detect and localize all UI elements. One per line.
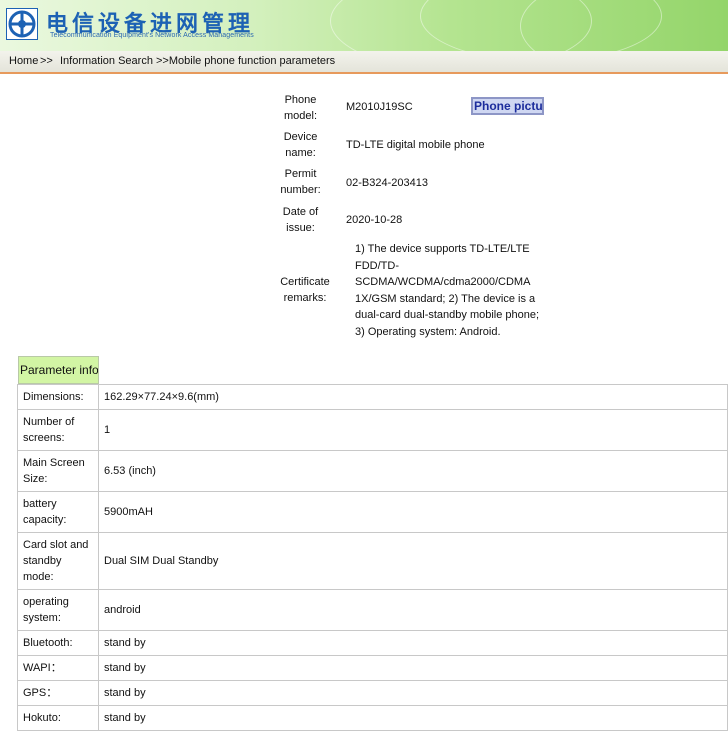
param-value: stand by: [98, 705, 728, 731]
certificate-remarks-value: 1) The device supports TD-LTE/LTE FDD/TD…: [355, 243, 540, 338]
param-key: Card slot and standby mode:: [17, 532, 99, 590]
param-key: GPS：: [17, 680, 99, 706]
banner-decoration: [520, 0, 728, 51]
param-key: Main Screen Size:: [17, 450, 99, 492]
device-name-label: Device name:: [283, 131, 318, 159]
param-value: stand by: [98, 680, 728, 706]
param-value: 1: [98, 409, 728, 451]
permit-number-value: 02-B324-203413: [346, 177, 428, 189]
date-of-issue-value: 2020-10-28: [346, 214, 403, 226]
param-key: Bluetooth:: [17, 630, 99, 656]
param-value: 162.29×77.24×9.6(mm): [98, 384, 728, 410]
table-row: Card slot and standby mode: Dual SIM Dua…: [17, 532, 728, 590]
breadcrumb-current: >>Mobile phone function parameters: [156, 55, 336, 67]
breadcrumb-separator: >>: [40, 55, 53, 67]
table-row: WAPI： stand by: [17, 655, 728, 681]
param-value: stand by: [98, 630, 728, 656]
param-value: Dual SIM Dual Standby: [98, 532, 728, 590]
param-key: WAPI：: [17, 655, 99, 681]
parameter-info-tab[interactable]: Parameter information: [18, 356, 99, 384]
param-key: Dimensions:: [17, 384, 99, 410]
telecom-circle-logo-icon: [6, 8, 38, 40]
permit-number-label: Permit number:: [280, 168, 321, 196]
device-name-value: TD-LTE digital mobile phone: [346, 139, 485, 151]
param-value: 5900mAH: [98, 491, 728, 533]
phone-model-value: M2010J19SC: [346, 101, 413, 113]
breadcrumb-home-link[interactable]: Home: [9, 55, 38, 67]
param-key: Number of screens:: [17, 409, 99, 451]
param-value: stand by: [98, 655, 728, 681]
table-row: Hokuto: stand by: [17, 705, 728, 731]
param-value: android: [98, 589, 728, 631]
table-row: Dimensions: 162.29×77.24×9.6(mm): [17, 384, 728, 410]
param-key: battery capacity:: [17, 491, 99, 533]
table-row: Main Screen Size: 6.53 (inch): [17, 450, 728, 492]
header-banner: 电信设备进网管理 Telecommunication Equipment's N…: [0, 0, 728, 51]
site-title-en: Telecommunication Equipment's Network Ac…: [50, 32, 254, 39]
breadcrumb-info-search-link[interactable]: Information Search: [60, 55, 153, 67]
table-row: battery capacity: 5900mAH: [17, 491, 728, 533]
param-key: operating system:: [17, 589, 99, 631]
table-row: Number of screens: 1: [17, 409, 728, 451]
phone-model-label: Phone model:: [283, 94, 318, 122]
table-row: Bluetooth: stand by: [17, 630, 728, 656]
table-row: operating system: android: [17, 589, 728, 631]
param-key: Hokuto:: [17, 705, 99, 731]
phone-picture-button[interactable]: Phone picture: [471, 97, 544, 115]
certificate-remarks-label: Certificate remarks:: [280, 276, 330, 304]
parameter-table: Dimensions: 162.29×77.24×9.6(mm) Number …: [17, 384, 728, 731]
date-of-issue-label: Date of issue:: [282, 206, 319, 234]
table-row: GPS： stand by: [17, 680, 728, 706]
breadcrumb: Home >> Information Search >>Mobile phon…: [0, 51, 728, 74]
param-value: 6.53 (inch): [98, 450, 728, 492]
